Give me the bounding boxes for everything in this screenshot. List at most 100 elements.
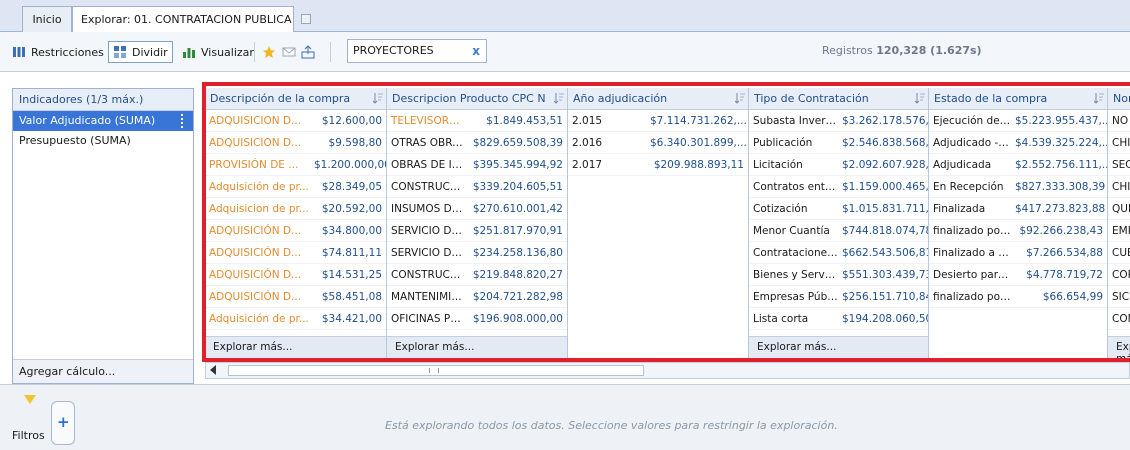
scroll-thumb[interactable] (228, 365, 644, 376)
sort-icon[interactable] (373, 92, 383, 104)
grid-row[interactable]: OBRAS DE INGE...$395.345.994,92 (387, 154, 567, 176)
grid-row[interactable]: COM (1108, 308, 1130, 330)
search-input[interactable]: PROYECTORES x (347, 39, 487, 63)
grid-row[interactable]: SERVICIO DE C...$234.258.136,80 (387, 242, 567, 264)
row-label: Adjudicada (933, 159, 992, 171)
grid-row[interactable]: Finalizada $417.273.823,88 (929, 198, 1107, 220)
grid-row[interactable]: CONSTRUCCIO...$219.848.820,27 (387, 264, 567, 286)
grid-row[interactable]: COR (1108, 264, 1130, 286)
grid-row[interactable]: 2.015 $7.114.731.262,... (568, 110, 748, 132)
indicator-presupuesto[interactable]: Presupuesto (SUMA) (13, 131, 193, 151)
indicator-valor-adjudicado[interactable]: Valor Adjudicado (SUMA) (13, 111, 193, 131)
tab-explorar[interactable]: Explorar: 01. CONTRATACION PUBLICA (72, 6, 311, 33)
grid-row[interactable]: OFICINAS PREF...$196.908.000,00 (387, 308, 567, 330)
grid-row[interactable]: CHI (1108, 176, 1130, 198)
grid-row[interactable]: Finalizado a solici... $7.266.534,88 (929, 242, 1107, 264)
sort-icon[interactable] (915, 92, 925, 104)
sort-icon[interactable] (554, 92, 564, 104)
grid-row[interactable]: 2.017 $209.988.893,11 (568, 154, 748, 176)
column-header[interactable]: Nom (1108, 88, 1130, 110)
grid-row[interactable]: En Recepción $827.333.308,39 (929, 176, 1107, 198)
grid-row[interactable]: finalizado por diso... $66.654,99 (929, 286, 1107, 308)
tab-inicio[interactable]: Inicio (22, 6, 72, 32)
grid-row[interactable]: QUI (1108, 198, 1130, 220)
favorite-button[interactable] (262, 43, 281, 61)
grid-row[interactable]: Contrataciones c... $662.543.506,81 (749, 242, 928, 264)
column-header[interactable]: Año adjudicación (568, 88, 748, 110)
grid-row[interactable]: OTRAS OBRAS D...$829.659.508,39 (387, 132, 567, 154)
grid-row[interactable]: CONSTRUCCIO...$339.204.605,51 (387, 176, 567, 198)
grid-row[interactable]: CUE (1108, 242, 1130, 264)
grid-row[interactable]: Subasta Inversa ...$3.262.178.576,... (749, 110, 928, 132)
grid-row[interactable]: Cotización $1.015.831.711,... (749, 198, 928, 220)
grid-row[interactable]: EMP (1108, 220, 1130, 242)
row-value: $2.546.838.568,... (842, 137, 928, 149)
grid-row[interactable]: Adjudicado - Regi...$4.539.325.224,... (929, 132, 1107, 154)
grid-row[interactable]: Adquisicion de pr... $20.592,00 (205, 198, 386, 220)
sort-icon[interactable] (1094, 92, 1104, 104)
grid-row[interactable]: Contratos entre E...$1.159.000.465,... (749, 176, 928, 198)
grid-row[interactable]: Adjudicada $2.552.756.111,... (929, 154, 1107, 176)
column-header[interactable]: Descripcion Producto CPC N (387, 88, 567, 110)
drag-handle-icon[interactable] (181, 114, 189, 128)
add-filter-button[interactable]: + (51, 401, 75, 445)
grid-row[interactable]: CHI (1108, 132, 1130, 154)
visualizar-button[interactable]: Visualizar (182, 43, 254, 61)
row-label: OBRAS DE INGE... (391, 159, 469, 171)
explore-more-button[interactable]: Explorar más... (205, 336, 386, 358)
grid-row[interactable]: 2.016 $6.340.301.899,... (568, 132, 748, 154)
horizontal-scrollbar[interactable] (205, 362, 1130, 379)
column-header[interactable]: Estado de la compra (929, 88, 1107, 110)
close-tab-icon[interactable] (300, 14, 311, 24)
grid-column: Año adjudicación 2.015 $7.114.731.262,... 2… (568, 88, 749, 358)
grid-row[interactable]: ADQUISICIÓN D... $74.811,11 (205, 242, 386, 264)
grid-row[interactable]: TELEVISORES, ... $1.849.453,51 (387, 110, 567, 132)
grid-row[interactable]: ADQUISICION D... $12.600,00 (205, 110, 386, 132)
row-label: Subasta Inversa ... (753, 115, 842, 127)
explore-more-button[interactable]: Explorar más... (1108, 336, 1130, 358)
row-value: $7.266.534,88 (1026, 247, 1103, 259)
grid-row[interactable]: Desierto parcial $4.778.719,72 (929, 264, 1107, 286)
sort-icon[interactable] (735, 92, 745, 104)
grid-row[interactable]: ADQUISICIÓN D... $14.531,25 (205, 264, 386, 286)
grid-row[interactable]: PROVISIÓN DE ... $1.200.000,00 (205, 154, 386, 176)
grid-row[interactable]: Lista corta $194.208.060,50 (749, 308, 928, 330)
grid-row[interactable]: Ejecución de Cont...$5.223.955.437,... (929, 110, 1107, 132)
grid-row[interactable]: ADQUISICIÓN D... $58.451,08 (205, 286, 386, 308)
indicator-label: Valor Adjudicado (SUMA) (19, 114, 156, 127)
row-value: $1.015.831.711,... (842, 203, 928, 215)
grid-row[interactable]: finalizado por mut... $92.266.238,43 (929, 220, 1107, 242)
records-value: 120,328 (1.627s) (876, 44, 982, 57)
grid-row[interactable]: Bienes y Servicio...$551.303.439,73 (749, 264, 928, 286)
explore-more-button[interactable]: Explorar más... (387, 336, 567, 358)
grid-row[interactable]: MANTENIMIENT...$204.721.282,98 (387, 286, 567, 308)
grid-row[interactable]: Menor Cuantía $744.818.074,78 (749, 220, 928, 242)
grid-row[interactable]: SEGU (1108, 154, 1130, 176)
column-header[interactable]: Descripción de la compra (205, 88, 386, 110)
row-label: Contratos entre E... (753, 181, 842, 193)
grid-row[interactable]: SERVICIO DE C...$251.817.970,91 (387, 220, 567, 242)
export-button[interactable] (301, 43, 320, 61)
grid-row[interactable]: INSUMOS DE US...$270.610.001,42 (387, 198, 567, 220)
row-label: CHI (1112, 181, 1130, 193)
row-label: CHI (1112, 137, 1130, 149)
grid-row[interactable]: ADQUISICIÓN D... $34.800,00 (205, 220, 386, 242)
grid-row[interactable]: NO D (1108, 110, 1130, 132)
grid-row[interactable]: SICP (1108, 286, 1130, 308)
grid-row[interactable]: Licitación $2.092.607.928,... (749, 154, 928, 176)
clear-search-icon[interactable]: x (472, 44, 480, 58)
toolbar-divider (330, 42, 331, 62)
add-calculation-button[interactable]: Agregar cálculo... (13, 359, 193, 383)
explore-more-button[interactable]: Explorar más... (749, 336, 928, 358)
dividir-button[interactable]: Dividir (108, 41, 173, 63)
grid-row[interactable]: Empresas Pública...$256.151.710,84 (749, 286, 928, 308)
column-header-label: Año adjudicación (573, 92, 668, 105)
scroll-left-icon[interactable] (210, 365, 216, 375)
column-header[interactable]: Tipo de Contratación (749, 88, 928, 110)
email-button[interactable] (282, 43, 301, 61)
grid-row[interactable]: Adquisición de pr... $34.421,00 (205, 308, 386, 330)
restricciones-button[interactable]: Restricciones (12, 43, 104, 61)
grid-row[interactable]: Adquisición de pr... $28.349,05 (205, 176, 386, 198)
grid-row[interactable]: ADQUISICION D... $9.598,80 (205, 132, 386, 154)
grid-row[interactable]: Publicación $2.546.838.568,... (749, 132, 928, 154)
